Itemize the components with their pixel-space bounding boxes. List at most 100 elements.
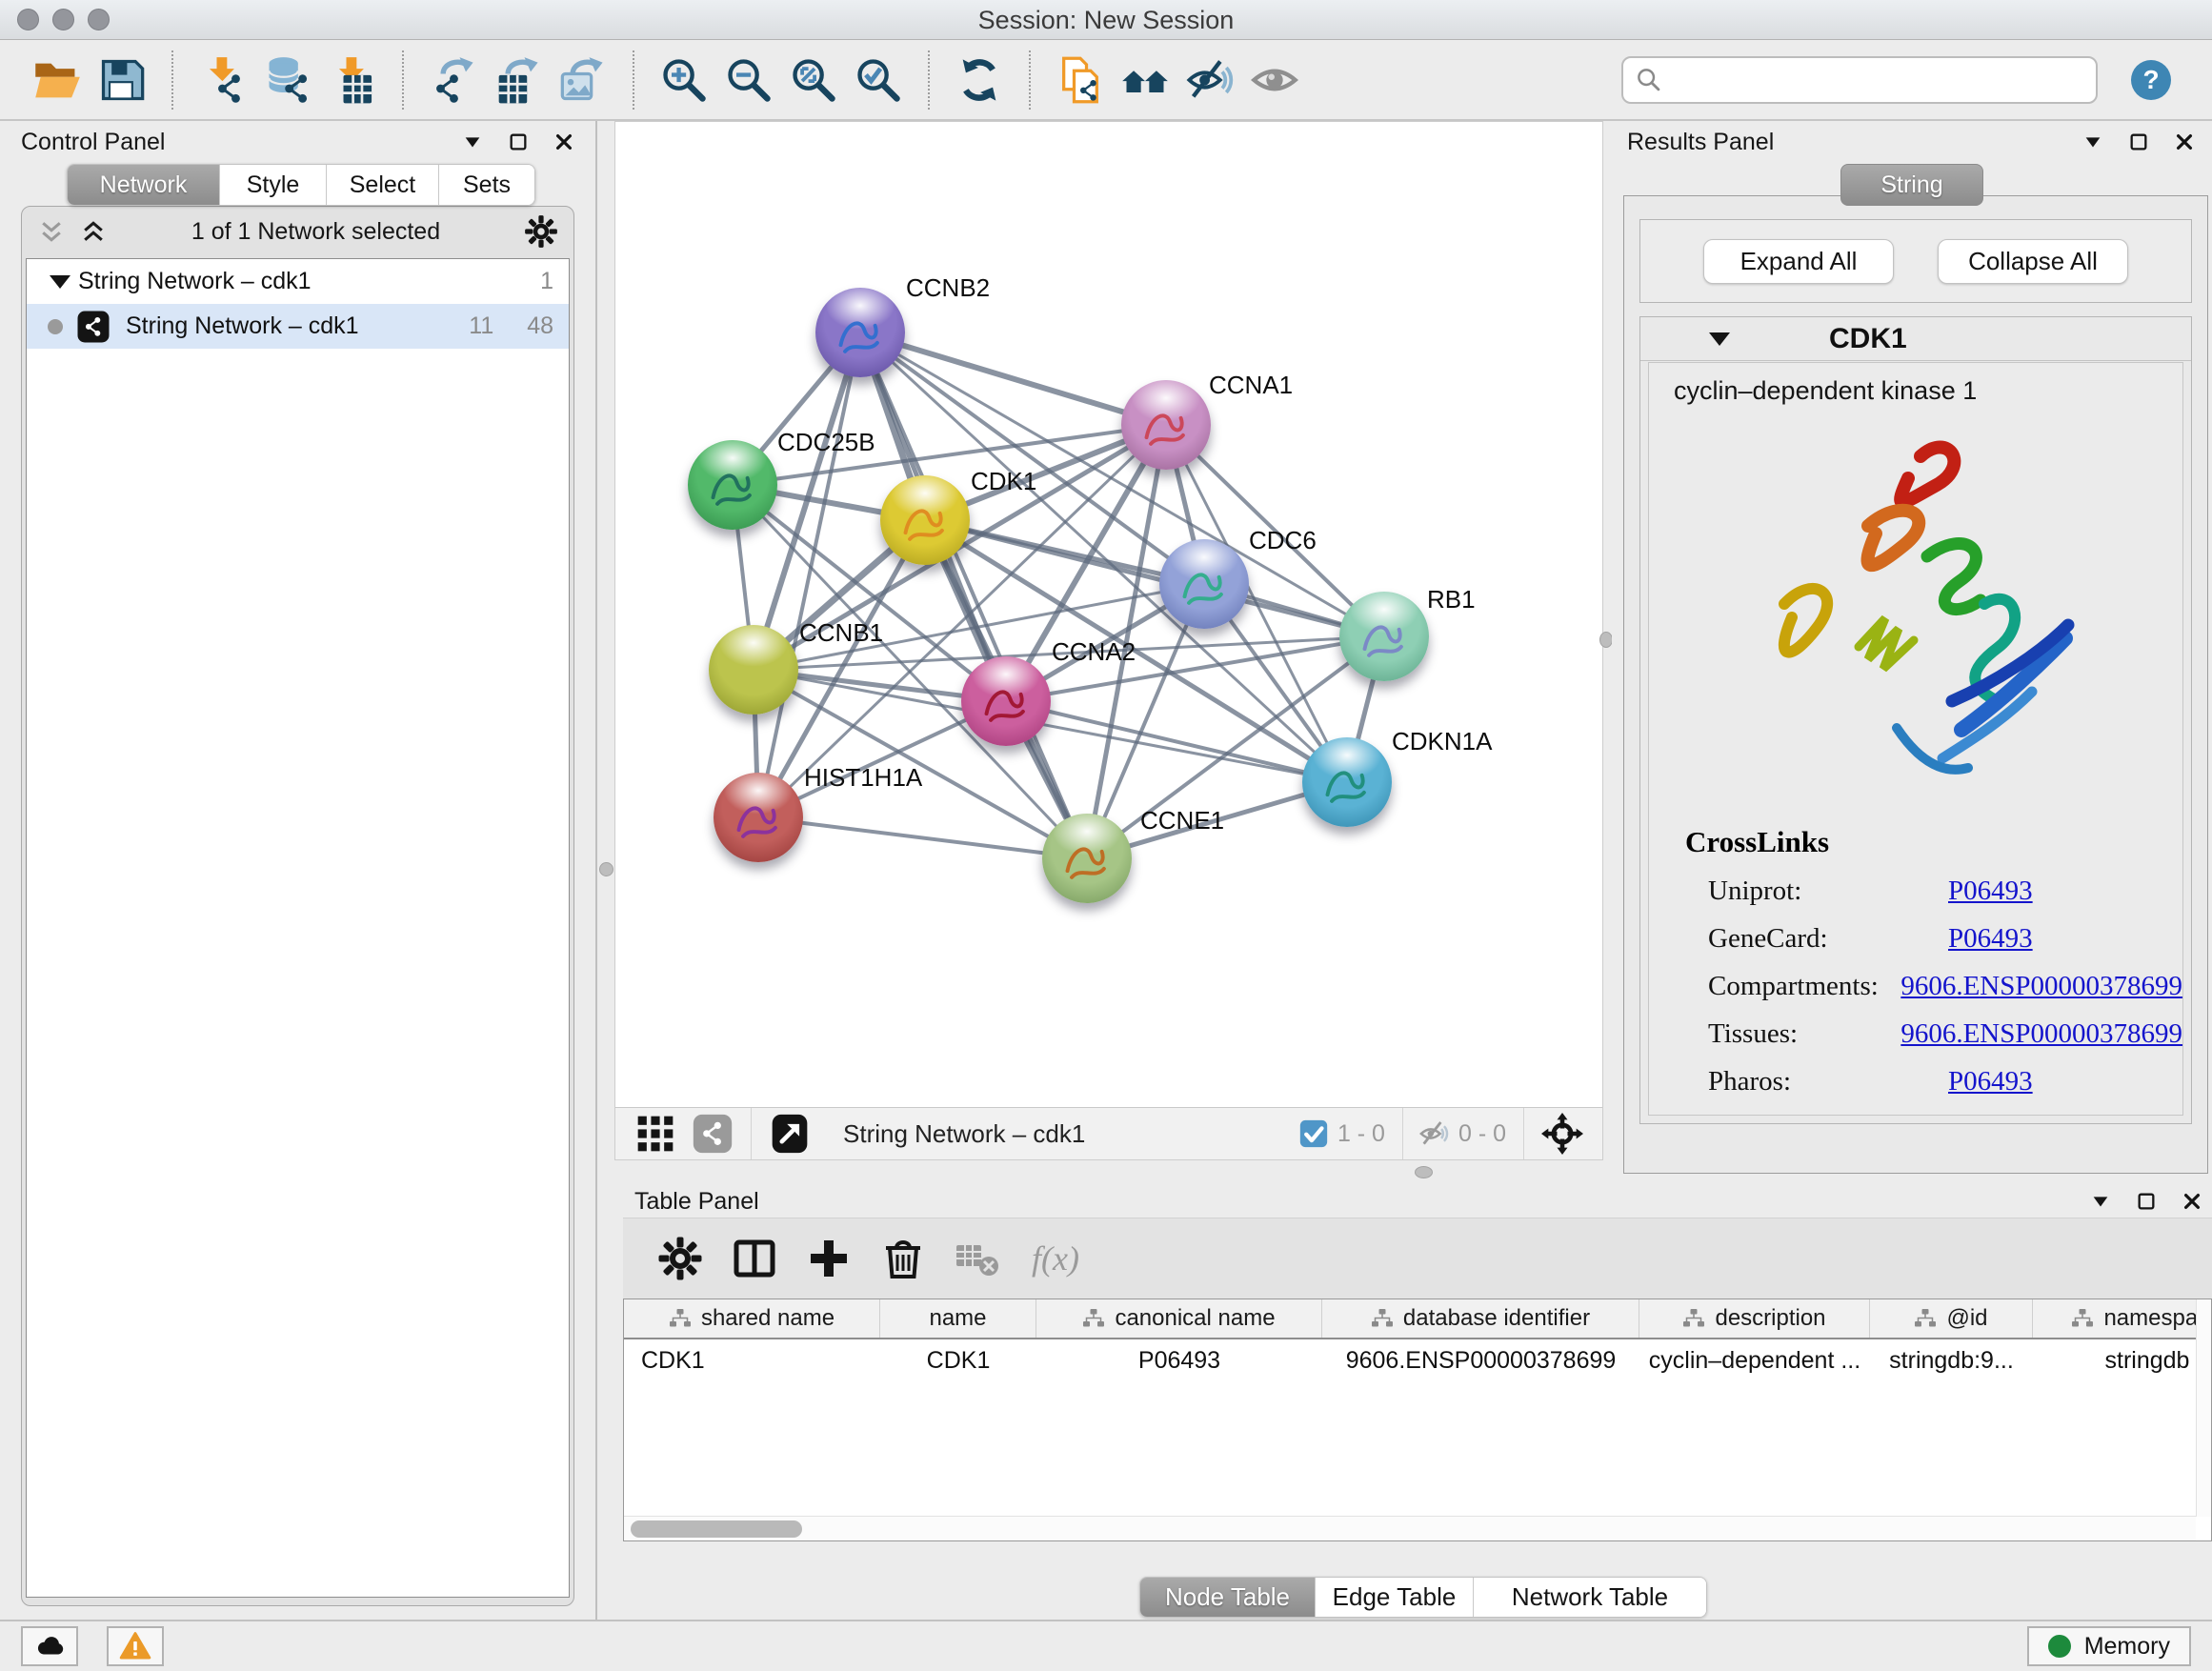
zoom-fit-button[interactable] [786,52,841,108]
table-header-row: shared namenamecanonical namedatabase id… [624,1299,2211,1339]
network-node-CDC6[interactable] [1159,539,1249,629]
network-node-CCNE1[interactable] [1042,814,1132,903]
folder-open-button[interactable] [30,52,85,108]
network-edge[interactable] [758,817,1087,858]
zoom-selected-button[interactable] [851,52,906,108]
network-view-share-icon[interactable] [692,1113,734,1155]
tab-node-table[interactable]: Node Table [1140,1578,1316,1617]
panel-close-icon[interactable] [553,131,574,152]
network-node-CDK1[interactable] [880,475,970,565]
crosslink-value[interactable]: P06493 [1948,1066,2033,1097]
protein-ribbon-decoration [1134,394,1198,459]
panel-close-icon[interactable] [2182,1191,2202,1212]
help-button[interactable]: ? [2128,57,2174,103]
collapse-all-networks-icon[interactable] [37,217,66,246]
table-vertical-scrollbar[interactable] [2196,1299,2211,1517]
expand-all-button[interactable]: Expand All [1703,239,1894,284]
panel-float-icon[interactable] [462,131,483,152]
columns-button[interactable] [732,1236,777,1281]
tab-select[interactable]: Select [327,165,439,205]
tab-network-table[interactable]: Network Table [1474,1578,1706,1617]
fx-button: f(x) [1029,1236,1092,1281]
table-cell: CDK1 [880,1347,1036,1375]
import-table-button[interactable] [325,52,380,108]
column-header-label: @id [1946,1305,1987,1332]
homes-button[interactable] [1117,52,1173,108]
column-header-namespace[interactable]: namespace [2033,1299,2212,1338]
network-node-CCNA1[interactable] [1121,380,1211,470]
hide-eye-button[interactable] [1182,52,1237,108]
network-edges-layer [615,122,1602,1107]
export-table-button[interactable] [491,52,546,108]
tree-expand-icon[interactable] [50,275,70,289]
network-canvas[interactable]: CCNB2CCNA1CDC25BCDK1CDC6RB1CCNB1CCNA2CDK… [615,122,1602,1107]
search-input[interactable] [1671,67,2086,93]
tab-network[interactable]: Network [68,165,220,205]
memory-button[interactable]: Memory [2027,1626,2191,1666]
network-node-HIST1H1A[interactable] [714,773,803,862]
cloud-status-button[interactable] [21,1626,78,1666]
panel-undock-icon[interactable] [2128,131,2149,152]
eye-gray-button[interactable] [1247,52,1302,108]
column-header-shared-name[interactable]: shared name [624,1299,880,1338]
tab-sets[interactable]: Sets [439,165,534,205]
network-node-CDC25B[interactable] [688,440,777,530]
scrollbar-thumb[interactable] [631,1520,802,1538]
panel-undock-icon[interactable] [508,131,529,152]
network-node-CCNB2[interactable] [815,288,905,377]
tab-style[interactable]: Style [220,165,327,205]
crosslink-value[interactable]: P06493 [1948,876,2033,907]
network-edge[interactable] [860,332,1166,425]
crosslink-value[interactable]: 9606.ENSP00000378699 [1900,971,2182,1002]
panel-undock-icon[interactable] [2136,1191,2157,1212]
birds-eye-view-icon[interactable] [769,1113,811,1155]
column-header-name[interactable]: name [880,1299,1036,1338]
network-node-RB1[interactable] [1339,592,1429,681]
network-node-CCNB1[interactable] [709,625,798,715]
panel-close-icon[interactable] [2174,131,2195,152]
network-row[interactable]: String Network – cdk1 11 48 [27,304,569,349]
crosslink-value[interactable]: P06493 [1948,923,2033,955]
column-header-description[interactable]: description [1639,1299,1870,1338]
gear-button[interactable] [657,1236,703,1281]
tab-string[interactable]: String [1840,164,1983,206]
expand-all-networks-icon[interactable] [79,217,108,246]
zoom-out-button[interactable] [721,52,776,108]
left-splitter-handle[interactable] [599,862,613,876]
crosslink-value[interactable]: 9606.ENSP00000378699 [1900,1018,2182,1050]
results-panel-header: Results Panel [1612,121,2212,163]
panel-float-icon[interactable] [2082,131,2103,152]
zoom-in-button[interactable] [656,52,712,108]
table-horizontal-scrollbar[interactable] [624,1516,2196,1540]
collapse-all-button[interactable]: Collapse All [1938,239,2128,284]
export-network-button[interactable] [426,52,481,108]
column-header-@id[interactable]: @id [1870,1299,2033,1338]
column-header-canonical-name[interactable]: canonical name [1036,1299,1322,1338]
column-header-database-identifier[interactable]: database identifier [1322,1299,1639,1338]
network-node-CDKN1A[interactable] [1302,737,1392,827]
network-options-gear-icon[interactable] [524,214,558,249]
hidden-items-eye-icon[interactable] [1418,1117,1451,1150]
tab-edge-table[interactable]: Edge Table [1316,1578,1474,1617]
refresh-button[interactable] [952,52,1007,108]
right-splitter-handle[interactable] [1599,632,1613,648]
plus-button[interactable] [806,1236,852,1281]
warning-status-button[interactable] [107,1626,164,1666]
import-database-button[interactable] [260,52,315,108]
section-collapse-icon[interactable] [1709,332,1730,346]
import-network-button[interactable] [195,52,251,108]
copy-share-button[interactable] [1053,52,1108,108]
save-button[interactable] [94,52,150,108]
fit-content-crosshair-icon[interactable] [1541,1113,1583,1155]
network-collection-row[interactable]: String Network – cdk1 1 [27,259,569,304]
export-image-button[interactable] [555,52,611,108]
results-actions: Expand All Collapse All [1639,219,2192,303]
table-row[interactable]: CDK1CDK1P064939606.ENSP00000378699cyclin… [624,1339,2211,1382]
network-node-CCNA2[interactable] [961,656,1051,746]
selected-nodes-checkbox-icon[interactable] [1297,1117,1330,1150]
grid-view-icon[interactable] [634,1113,676,1155]
trash-button[interactable] [880,1236,926,1281]
node-section-header[interactable]: CDK1 [1640,317,2191,361]
panel-float-icon[interactable] [2090,1191,2111,1212]
node-table: shared namenamecanonical namedatabase id… [623,1299,2212,1541]
